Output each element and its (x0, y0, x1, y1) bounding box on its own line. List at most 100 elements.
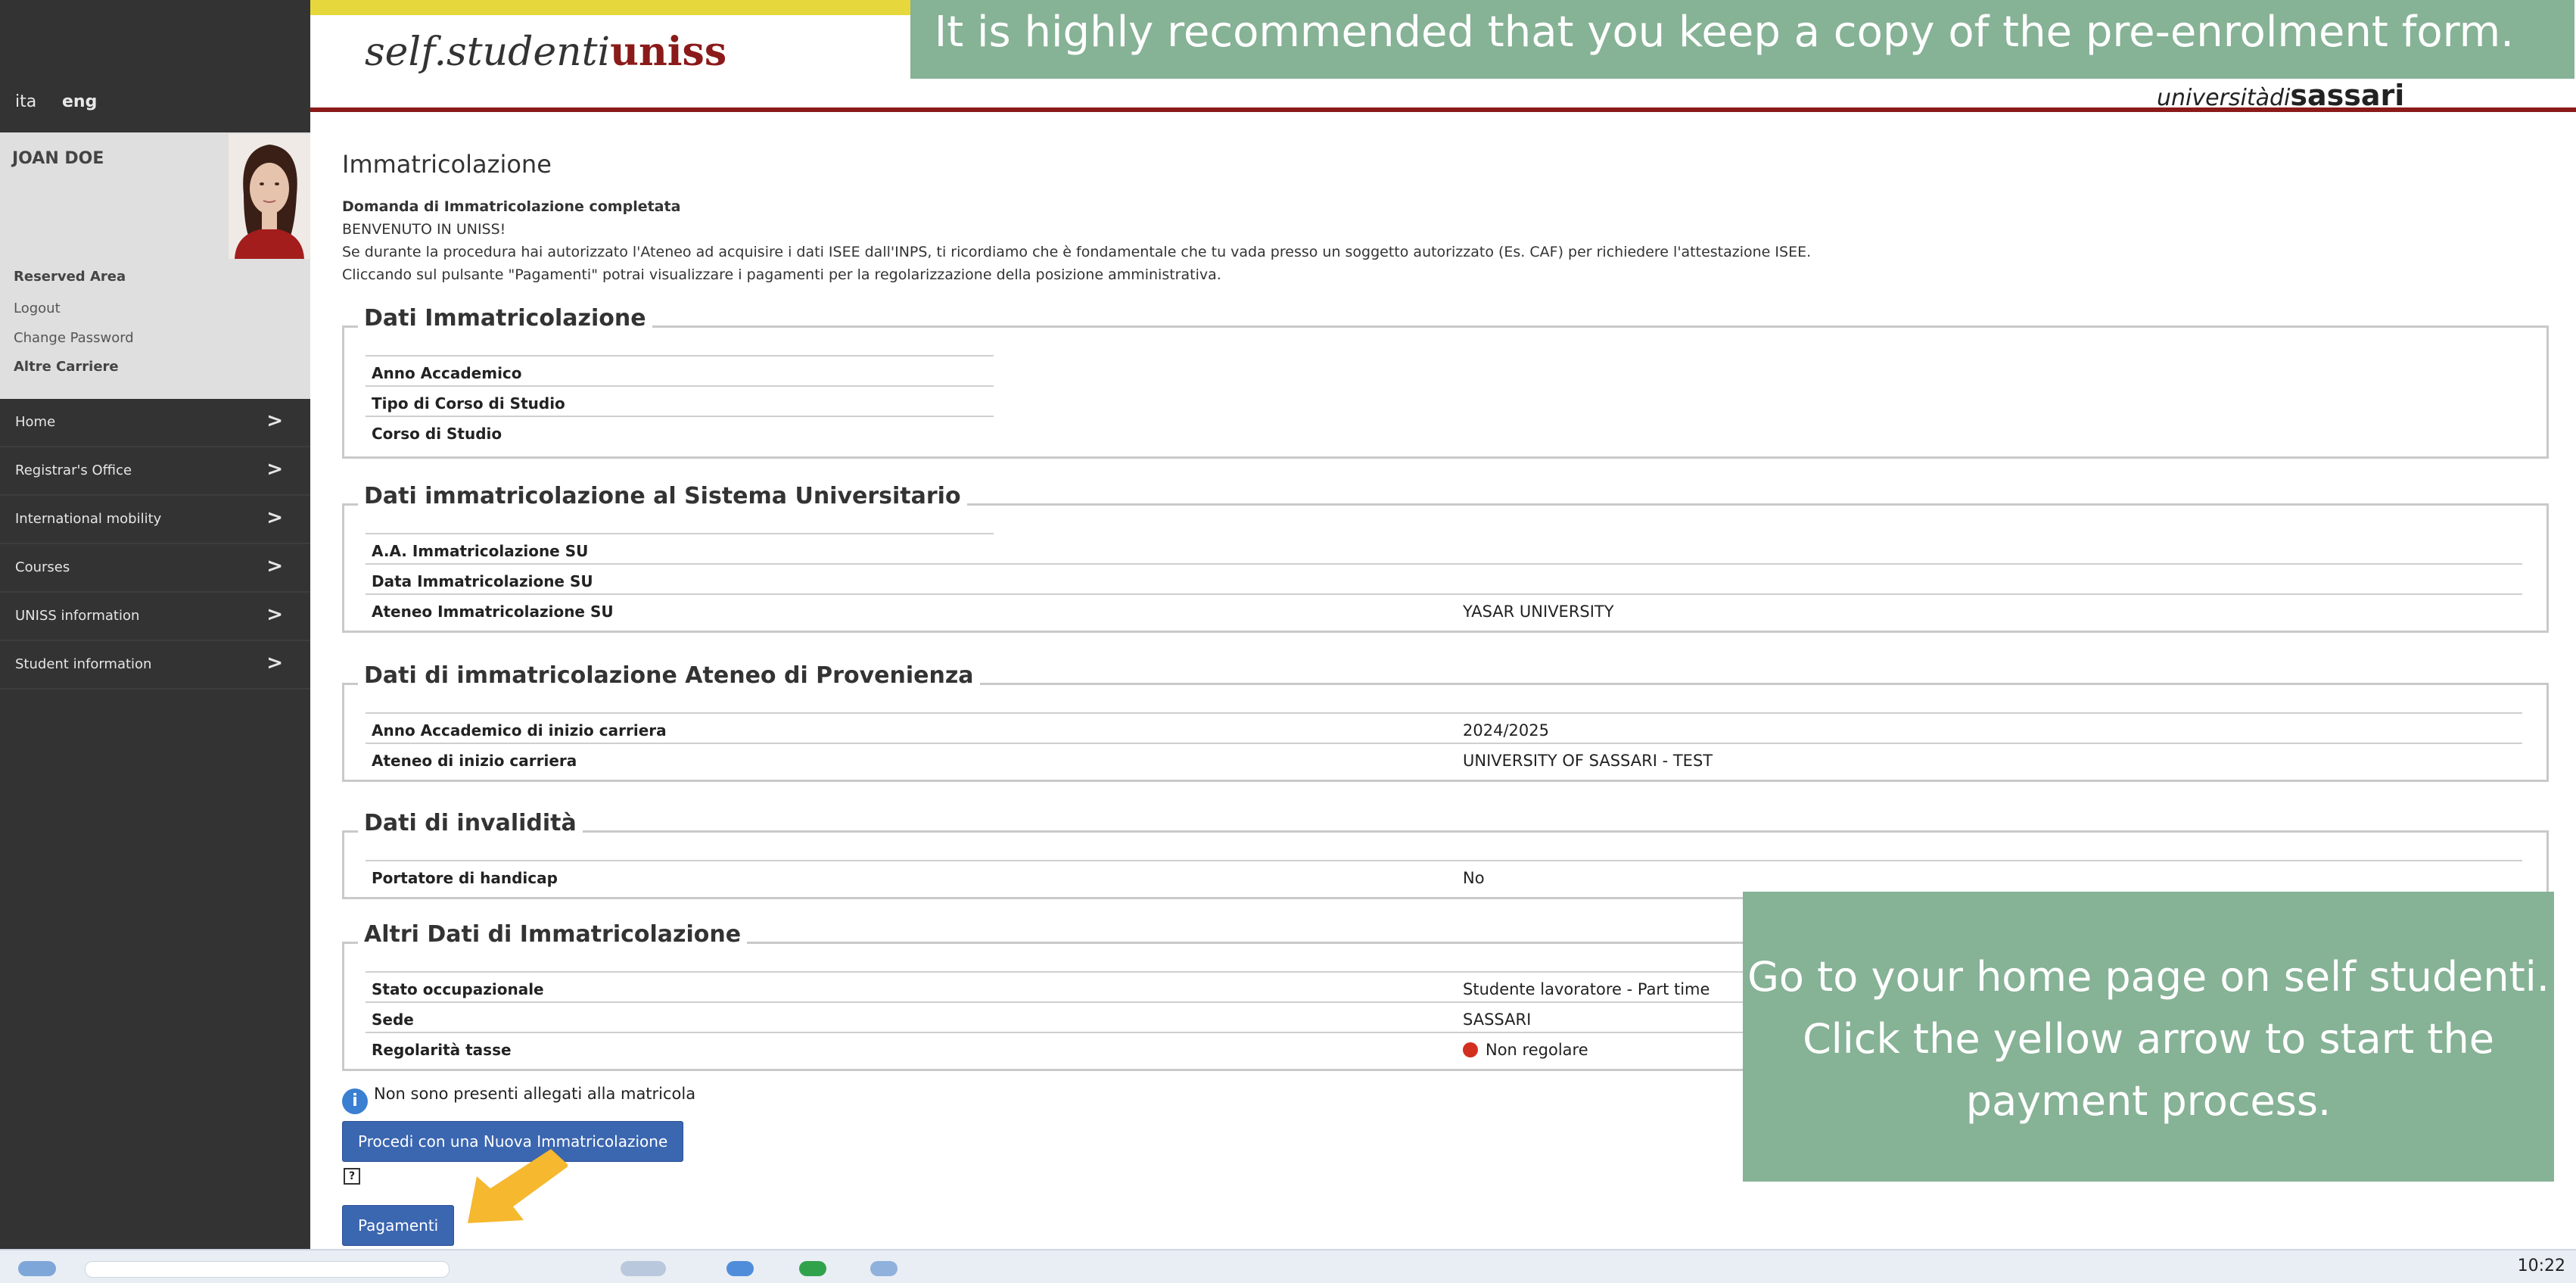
data-row: Tipo di Corso di Studio (366, 385, 994, 417)
page-title: Immatricolazione (342, 150, 552, 179)
data-row: Data Immatricolazione SU (366, 563, 2522, 595)
sidebar-item-label: Student information (15, 656, 152, 672)
section-legend: Dati Immatricolazione (358, 305, 652, 332)
payments-button[interactable]: Pagamenti (342, 1205, 455, 1246)
chevron-right-icon: > (266, 555, 283, 578)
sidebar-item-label: Courses (15, 559, 70, 575)
sidebar-item-international-mobility[interactable]: International mobility > (0, 496, 310, 544)
taskbar-clock: 10:22 (2517, 1257, 2565, 1275)
sidebar-item-student-information[interactable]: Student information > (0, 641, 310, 690)
top-callout: It is highly recommended that you keep a… (910, 0, 2574, 79)
instruction-callout: Go to your home page on self studenti. C… (1743, 892, 2554, 1182)
taskbar-app-icon[interactable] (799, 1261, 826, 1276)
row-value: 2024/2025 (1463, 721, 1549, 740)
status-text: Non regolare (1486, 1041, 1588, 1059)
os-taskbar: 10:22 (0, 1249, 2576, 1283)
welcome-message: BENVENUTO IN UNISS! (342, 221, 506, 238)
brand-accent: uniss (610, 29, 727, 75)
instruction-callout-text: Go to your home page on self studenti. C… (1743, 946, 2554, 1132)
info-icon: i (342, 1088, 368, 1114)
sidebar-item-label: International mobility (15, 511, 162, 527)
section-legend: Dati immatricolazione al Sistema Univers… (358, 483, 967, 509)
lang-eng-link[interactable]: eng (62, 92, 97, 111)
row-label: Tipo di Corso di Studio (372, 394, 565, 413)
language-bar: ita eng (0, 0, 310, 132)
chevron-right-icon: > (266, 410, 283, 432)
help-icon[interactable]: ? (344, 1168, 360, 1185)
sidebar-item-home[interactable]: Home > (0, 399, 310, 447)
data-row: Anno Accademico di inizio carriera 2024/… (366, 712, 2522, 744)
row-label: Data Immatricolazione SU (372, 572, 593, 590)
row-value: UNIVERSITY OF SASSARI - TEST (1463, 752, 1713, 770)
row-label: Portatore di handicap (372, 869, 558, 887)
status-value: Non regolare (1463, 1041, 1588, 1059)
chevron-right-icon: > (266, 652, 283, 674)
taskbar-search-box[interactable] (85, 1261, 450, 1278)
header-divider (310, 107, 2576, 112)
row-label: Anno Accademico di inizio carriera (372, 721, 667, 740)
row-value: SASSARI (1463, 1011, 1532, 1029)
row-label: Anno Accademico (372, 364, 522, 382)
section-legend: Dati di immatricolazione Ateneo di Prove… (358, 662, 980, 689)
change-password-link[interactable]: Change Password (14, 330, 134, 346)
data-row: Anno Accademico (366, 355, 994, 387)
row-label: Corso di Studio (372, 425, 502, 443)
section-legend: Altri Dati di Immatricolazione (358, 921, 748, 948)
sidebar-nav: Home > Registrar's Office > Internationa… (0, 399, 310, 690)
instruction-line-1: Go to your home page on self studenti. (1747, 953, 2550, 1001)
data-row: Ateneo Immatricolazione SU YASAR UNIVERS… (366, 593, 2522, 625)
taskbar-app-icon[interactable] (726, 1261, 754, 1276)
row-label: A.A. Immatricolazione SU (372, 542, 589, 560)
chevron-right-icon: > (266, 603, 283, 626)
status-dot-icon (1463, 1042, 1478, 1057)
section-dati-immatricolazione: Dati Immatricolazione Anno Accademico Ti… (342, 305, 2549, 459)
sidebar-item-uniss-information[interactable]: UNISS information > (0, 593, 310, 641)
data-row: Portatore di handicap No (366, 860, 2522, 892)
other-careers-link[interactable]: Altre Carriere (14, 359, 119, 375)
brand-logo[interactable]: self.studentiuniss (365, 29, 726, 75)
chevron-right-icon: > (266, 506, 283, 529)
yellow-arrow-icon (468, 1149, 568, 1223)
row-value: No (1463, 869, 1485, 887)
row-value: YASAR UNIVERSITY (1463, 603, 1614, 621)
lang-ita-link[interactable]: ita (15, 92, 36, 111)
payments-notice: Cliccando sul pulsante "Pagamenti" potra… (342, 266, 1221, 283)
top-callout-text: It is highly recommended that you keep a… (934, 8, 2514, 57)
row-value: Studente lavoratore - Part time (1463, 980, 1710, 998)
taskbar-app-icon[interactable] (870, 1261, 898, 1276)
section-ateneo-provenienza: Dati di immatricolazione Ateneo di Prove… (342, 662, 2549, 782)
info-text: Non sono presenti allegati alla matricol… (374, 1085, 696, 1103)
reserved-area-heading: Reserved Area (14, 269, 126, 285)
data-row: Corso di Studio (366, 416, 994, 447)
row-label: Sede (372, 1011, 414, 1029)
avatar-photo-icon (229, 134, 310, 259)
section-legend: Dati di invalidità (358, 810, 583, 836)
data-row: Ateneo di inizio carriera UNIVERSITY OF … (366, 743, 2522, 774)
isee-notice: Se durante la procedura hai autorizzato … (342, 244, 1812, 260)
sidebar: ita eng JOAN DOE Reserved Area Logout Ch… (0, 0, 310, 1249)
attachments-info: i Non sono presenti allegati alla matrico… (342, 1085, 695, 1114)
sidebar-item-label: UNISS information (15, 608, 140, 624)
completion-message: Domanda di Immatricolazione completata (342, 198, 681, 215)
avatar (229, 134, 310, 259)
brand-prefix: self.studenti (365, 30, 611, 75)
row-label: Stato occupazionale (372, 980, 544, 998)
sidebar-item-registrars-office[interactable]: Registrar's Office > (0, 447, 310, 496)
data-row: A.A. Immatricolazione SU (366, 533, 994, 565)
section-invalidita: Dati di invalidità Portatore di handicap… (342, 810, 2549, 899)
instruction-line-3: payment process. (1965, 1077, 2332, 1125)
start-icon[interactable] (18, 1261, 56, 1276)
sidebar-item-label: Home (15, 414, 56, 430)
sidebar-item-courses[interactable]: Courses > (0, 544, 310, 593)
logout-link[interactable]: Logout (14, 301, 61, 316)
user-panel: JOAN DOE Reserved Area Logout Change Pas… (0, 132, 310, 399)
header-accent-strip (310, 0, 916, 15)
chevron-right-icon: > (266, 458, 283, 481)
row-label: Ateneo Immatricolazione SU (372, 603, 614, 621)
row-label: Regolarità tasse (372, 1041, 512, 1059)
sidebar-item-label: Registrar's Office (15, 462, 132, 478)
user-name: JOAN DOE (12, 149, 104, 168)
taskbar-app-icon[interactable] (621, 1261, 666, 1276)
section-dati-sistema-universitario: Dati immatricolazione al Sistema Univers… (342, 483, 2549, 633)
row-label: Ateneo di inizio carriera (372, 752, 577, 770)
